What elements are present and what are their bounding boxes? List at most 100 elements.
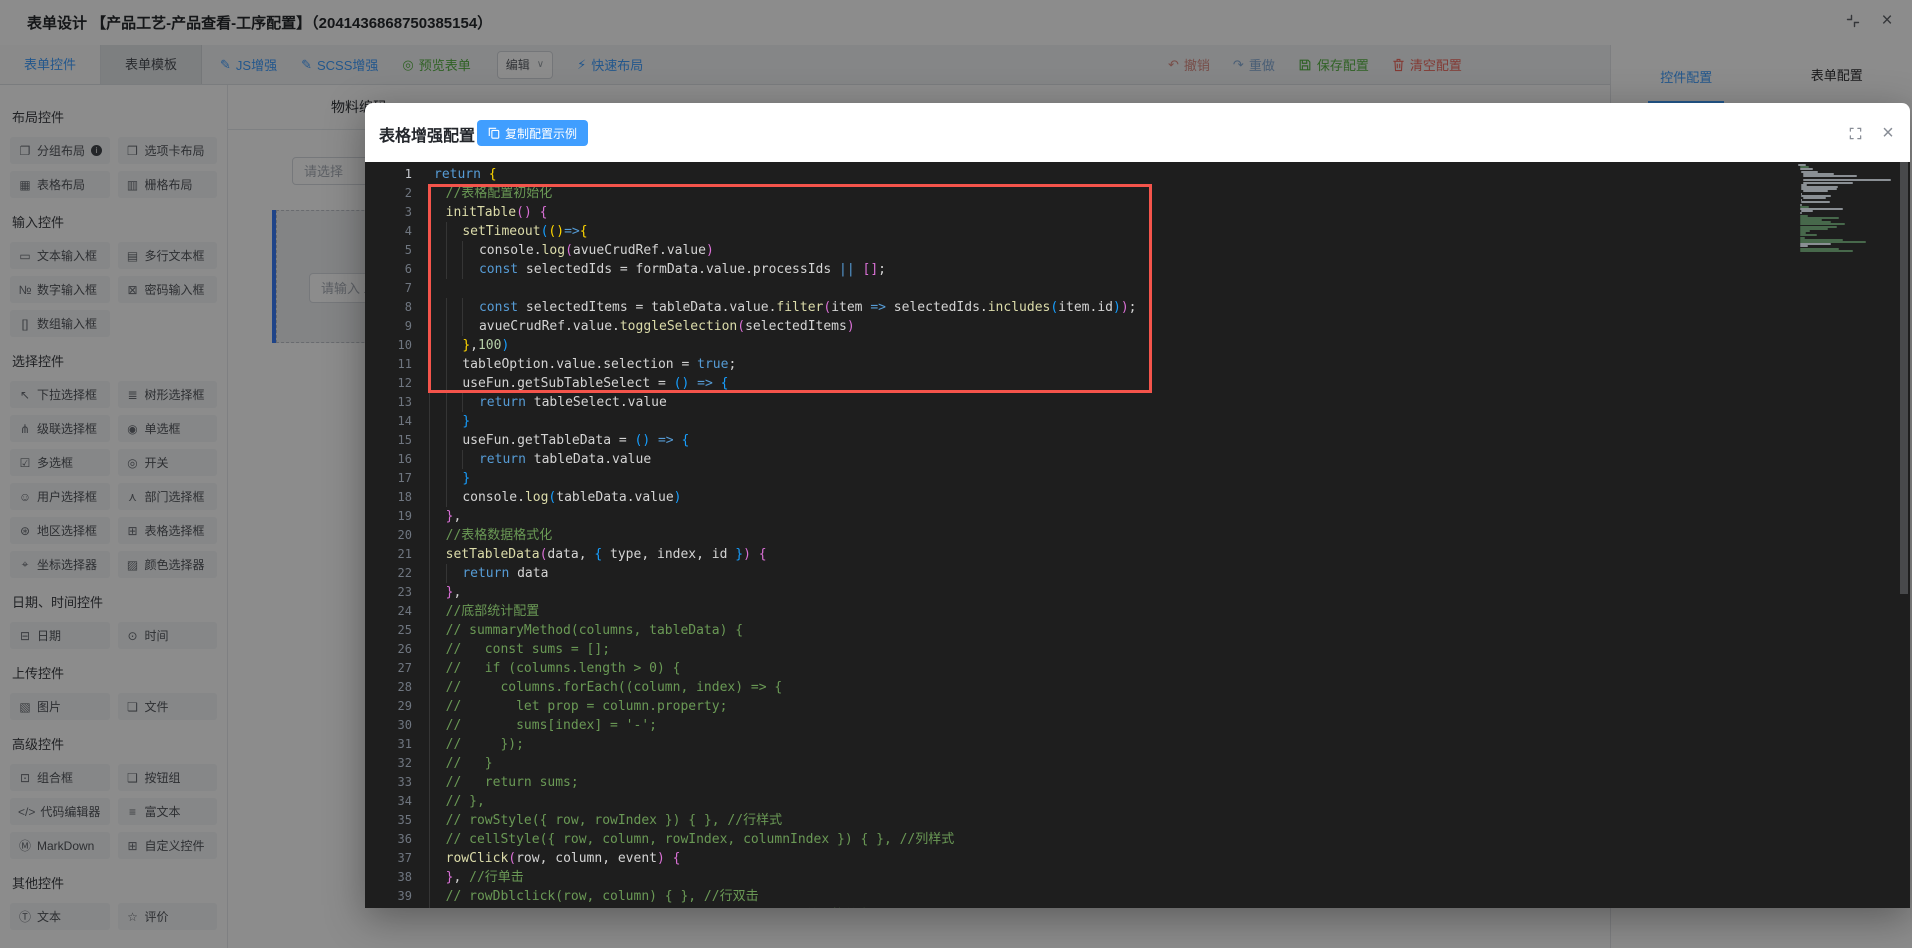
line-number: 20 — [397, 528, 412, 542]
code-line-content: },100) — [429, 336, 509, 355]
code-line[interactable]: 19 }, — [365, 507, 1910, 526]
code-line[interactable]: 31 // }); — [365, 735, 1910, 754]
scrollbar-thumb[interactable] — [1900, 162, 1908, 594]
code-line[interactable]: 20 //表格数据格式化 — [365, 526, 1910, 545]
line-number: 7 — [404, 281, 412, 295]
code-line[interactable]: 2 //表格配置初始化 — [365, 184, 1910, 203]
code-line[interactable]: 12 useFun.getSubTableSelect = () => { — [365, 374, 1910, 393]
line-number: 24 — [397, 604, 412, 618]
code-line[interactable]: 25 // summaryMethod(columns, tableData) … — [365, 621, 1910, 640]
code-line[interactable]: 28 // columns.forEach((column, index) =>… — [365, 678, 1910, 697]
line-number: 4 — [404, 224, 412, 238]
code-line-content: // rowDblclick(row, column) { }, //行双击 — [429, 887, 759, 906]
line-number: 16 — [397, 452, 412, 466]
line-number: 31 — [397, 737, 412, 751]
code-line[interactable]: 10 },100) — [365, 336, 1910, 355]
fullscreen-icon[interactable] — [1847, 125, 1863, 141]
dialog-close-icon[interactable]: × — [1880, 123, 1896, 143]
line-number: 39 — [397, 889, 412, 903]
line-number: 15 — [397, 433, 412, 447]
code-line[interactable]: 39 // rowDblclick(row, column) { }, //行双… — [365, 887, 1910, 906]
code-line[interactable]: 29 // let prop = column.property; — [365, 697, 1910, 716]
code-line[interactable]: 36 // cellStyle({ row, column, rowIndex,… — [365, 830, 1910, 849]
code-line-content: // }); — [429, 735, 524, 754]
line-number: 22 — [397, 566, 412, 580]
line-number: 11 — [397, 357, 412, 371]
line-number: 40 — [365, 906, 429, 908]
code-line[interactable]: 7 — [365, 279, 1910, 298]
code-line-content: useFun.getSubTableSelect = () => { — [429, 374, 728, 393]
code-line[interactable]: 14 } — [365, 412, 1910, 431]
copy-config-example-button[interactable]: 复制配置示例 — [477, 120, 589, 146]
code-line[interactable]: 6 const selectedIds = formData.value.pro… — [365, 260, 1910, 279]
line-number: 37 — [397, 851, 412, 865]
code-line-content: return tableData.value — [429, 450, 651, 469]
table-enhance-dialog: 表格增强配置 复制配置示例 × 1 return {2 //表格配置初始化 3 in… — [365, 103, 1910, 908]
code-line[interactable]: 1 return { — [365, 165, 1910, 184]
line-number: 10 — [397, 338, 412, 352]
code-line-content: // let prop = column.property; — [429, 697, 727, 716]
code-line[interactable]: 24 //底部统计配置 — [365, 602, 1910, 621]
code-line[interactable]: 32 // } — [365, 754, 1910, 773]
code-line[interactable]: 33 // return sums; — [365, 773, 1910, 792]
code-line[interactable]: 30 // sums[index] = '-'; — [365, 716, 1910, 735]
line-number: 38 — [397, 870, 412, 884]
code-line[interactable]: 35 // rowStyle({ row, rowIndex }) { }, /… — [365, 811, 1910, 830]
code-line[interactable]: 17 } — [365, 469, 1910, 488]
code-line[interactable]: 15 useFun.getTableData = () => { — [365, 431, 1910, 450]
line-number: 5 — [404, 243, 412, 257]
line-number: 17 — [397, 471, 412, 485]
code-line[interactable]: 40 // cellClick(row, column, cell, event… — [365, 906, 1910, 908]
code-line[interactable]: 4 setTimeout(()=>{ — [365, 222, 1910, 241]
copy-icon — [488, 127, 500, 139]
code-line-content: return { — [434, 167, 497, 182]
line-number: 29 — [397, 699, 412, 713]
line-number: 2 — [404, 186, 412, 200]
code-line[interactable]: 11 tableOption.value.selection = true; — [365, 355, 1910, 374]
line-number: 6 — [404, 262, 412, 276]
code-line-content: // return sums; — [429, 773, 579, 792]
line-number: 23 — [397, 585, 412, 599]
code-line[interactable]: 38 }, //行单击 — [365, 868, 1910, 887]
line-number: 1 — [404, 167, 412, 181]
code-line-content: // columns.forEach((column, index) => { — [429, 678, 782, 697]
code-line-content: console.log(avueCrudRef.value) — [429, 241, 714, 260]
code-line-content: }, //行单击 — [429, 868, 524, 887]
code-line-content: const selectedIds = formData.value.proce… — [429, 260, 886, 279]
line-number: 8 — [404, 300, 412, 314]
code-line-content: // sums[index] = '-'; — [429, 716, 657, 735]
code-editor[interactable]: 1 return { 2 //表格配置初始化 3 initTable() {4 set… — [365, 162, 1910, 908]
line-number: 30 — [397, 718, 412, 732]
code-line[interactable]: 9 avueCrudRef.value.toggleSelection(sele… — [365, 317, 1910, 336]
code-line[interactable]: 22 return data — [365, 564, 1910, 583]
code-line-content: }, — [429, 507, 461, 526]
code-line-content: avueCrudRef.value.toggleSelection(select… — [429, 317, 855, 336]
code-line-content: } — [429, 412, 470, 431]
code-line[interactable]: 34 // }, — [365, 792, 1910, 811]
code-line[interactable]: 26 // const sums = []; — [365, 640, 1910, 659]
code-line[interactable]: 21 setTableData(data, { type, index, id … — [365, 545, 1910, 564]
code-line-content: return tableSelect.value — [429, 393, 667, 412]
code-line[interactable]: 18 console.log(tableData.value) — [365, 488, 1910, 507]
code-line[interactable]: 23 }, — [365, 583, 1910, 602]
code-line-content: return data — [429, 564, 548, 583]
line-number: 25 — [397, 623, 412, 637]
code-line[interactable]: 8 const selectedItems = tableData.value.… — [365, 298, 1910, 317]
line-number: 14 — [397, 414, 412, 428]
code-line-content: }, — [429, 583, 461, 602]
code-line-content: const selectedItems = tableData.value.fi… — [429, 298, 1136, 317]
code-line-content: //表格数据格式化 — [429, 526, 552, 545]
code-line[interactable]: 37 rowClick(row, column, event) { — [365, 849, 1910, 868]
line-number: 9 — [404, 319, 412, 333]
code-line[interactable]: 13 return tableSelect.value — [365, 393, 1910, 412]
editor-scrollbar[interactable] — [1899, 162, 1909, 908]
code-line[interactable]: 3 initTable() { — [365, 203, 1910, 222]
code-line[interactable]: 27 // if (columns.length > 0) { — [365, 659, 1910, 678]
editor-minimap[interactable] — [1798, 164, 1902, 260]
code-line-content: tableOption.value.selection = true; — [429, 355, 736, 374]
code-line[interactable]: 5 console.log(avueCrudRef.value) — [365, 241, 1910, 260]
code-line-content: //底部统计配置 — [429, 602, 539, 621]
line-number: 35 — [397, 813, 412, 827]
code-line[interactable]: 16 return tableData.value — [365, 450, 1910, 469]
code-line-content: // summaryMethod(columns, tableData) { — [429, 621, 743, 640]
